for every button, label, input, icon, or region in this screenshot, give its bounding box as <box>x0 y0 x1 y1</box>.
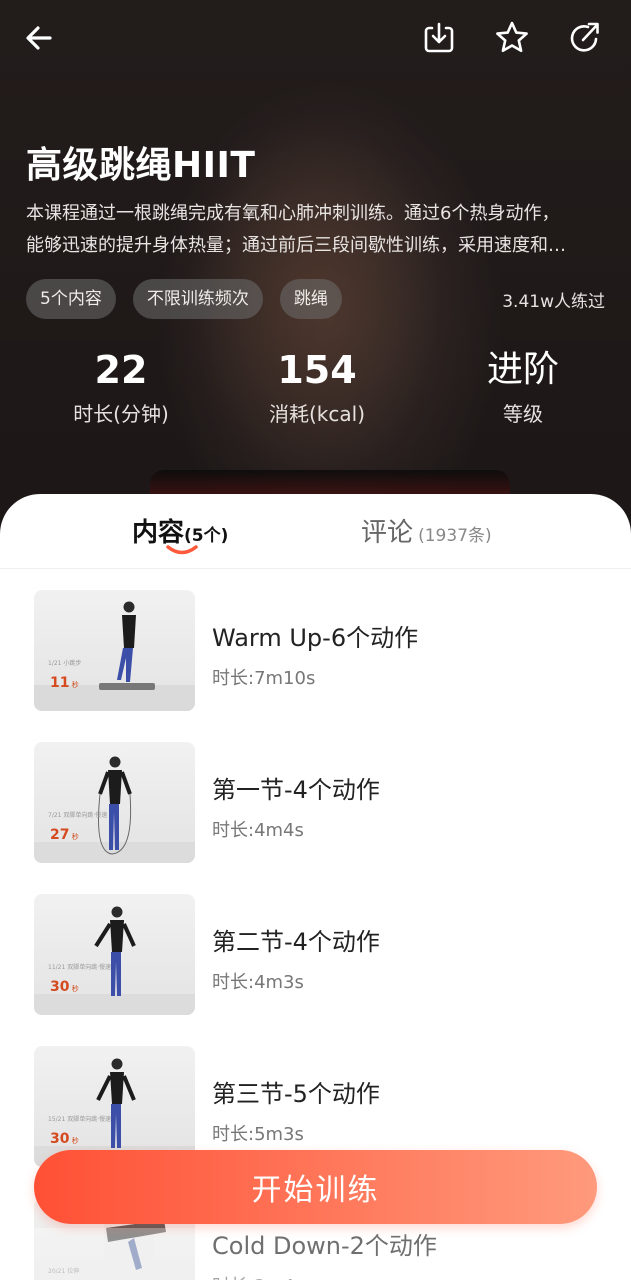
download-icon <box>424 22 454 53</box>
tab-count: (5个) <box>184 526 229 546</box>
stat-value: 22 <box>94 348 148 392</box>
section-title: 第二节-4个动作 <box>212 928 380 956</box>
description-line: 能够迅速的提升身体热量；通过前后三段间歇性训练，采用速度和… <box>26 235 566 256</box>
thumb-caption: 7/21 双脚单向跳·慢速 <box>48 812 108 819</box>
section-title: 第三节-5个动作 <box>212 1080 380 1108</box>
stat-duration: 22 时长(分钟) <box>56 340 186 428</box>
start-training-button[interactable]: 开始训练 <box>34 1150 597 1224</box>
thumb-number: 30 秒 <box>50 1131 79 1147</box>
tag-content-count: 5个内容 <box>26 279 116 319</box>
download-button[interactable] <box>417 16 461 60</box>
thumb-caption: 15/21 双脚单向跳·慢速 <box>48 1116 112 1123</box>
tag-frequency: 不限训练频次 <box>132 279 263 319</box>
section-duration: 时长:5m3s <box>212 1124 304 1145</box>
course-hero: 高级跳绳HIIT 本课程通过一根跳绳完成有氧和心肺冲刺训练。通过6个热身动作， … <box>0 0 631 560</box>
section-duration: 时长:4m4s <box>212 820 304 841</box>
stat-label: 时长(分钟) <box>73 402 169 426</box>
list-item[interactable]: 11/21 双脚单向跳·慢速 30 秒 第二节-4个动作 时长:4m3s <box>0 894 631 1016</box>
section-thumbnail: 11/21 双脚单向跳·慢速 30 秒 <box>34 894 195 1015</box>
description-line: 本课程通过一根跳绳完成有氧和心肺冲刺训练。通过6个热身动作， <box>26 203 560 224</box>
section-duration: 时长:7m10s <box>212 668 316 689</box>
tab-label: 评论 <box>361 518 414 548</box>
back-arrow-icon <box>26 26 52 50</box>
section-thumbnail: 7/21 双脚单向跳·慢速 27 秒 <box>34 742 195 863</box>
stat-label: 等级 <box>503 402 543 426</box>
stat-level: 进阶 等级 <box>463 340 583 428</box>
favorite-button[interactable] <box>490 16 534 60</box>
section-thumbnail: 15/21 双脚单向跳·慢速 30 秒 <box>34 1046 195 1167</box>
list-item[interactable]: 7/21 双脚单向跳·慢速 27 秒 第一节-4个动作 时长:4m4s <box>0 742 631 864</box>
tab-bar: 内容(5个) 评论 (1937条) <box>0 494 631 569</box>
share-button[interactable] <box>563 16 607 60</box>
section-duration: 时长:4m3s <box>212 972 304 993</box>
course-description: 本课程通过一根跳绳完成有氧和心肺冲刺训练。通过6个热身动作， 能够迅速的提升身体… <box>26 198 610 262</box>
star-icon <box>496 21 528 53</box>
stat-calories: 154 消耗(kcal) <box>250 340 384 428</box>
tag-equipment: 跳绳 <box>279 279 342 319</box>
thumb-number: 30 秒 <box>50 979 79 995</box>
stat-value: 154 <box>277 348 357 392</box>
section-thumbnail: 1/21 小跳步 11 秒 <box>34 590 195 711</box>
trained-count: 3.41w人练过 <box>502 292 605 312</box>
stat-value: 进阶 <box>486 349 559 390</box>
section-title: 第一节-4个动作 <box>212 776 380 804</box>
list-item[interactable]: 1/21 小跳步 11 秒 Warm Up-6个动作 时长:7m10s <box>0 590 631 712</box>
thumb-number: 11 秒 <box>50 675 79 691</box>
share-icon <box>570 22 599 52</box>
stat-label: 消耗(kcal) <box>269 402 365 426</box>
tab-comments[interactable]: 评论 (1937条) <box>361 512 492 549</box>
thumb-number: 27 秒 <box>50 827 79 843</box>
back-button[interactable] <box>18 16 62 60</box>
thumb-caption: 1/21 小跳步 <box>48 660 82 667</box>
thumb-caption: 11/21 双脚单向跳·慢速 <box>48 964 112 971</box>
section-title: Warm Up-6个动作 <box>212 624 419 652</box>
tab-count: (1937条) <box>418 526 492 546</box>
active-tab-indicator <box>166 545 198 555</box>
course-tags: 5个内容 不限训练频次 跳绳 <box>26 279 342 319</box>
course-title: 高级跳绳HIIT <box>26 145 256 186</box>
